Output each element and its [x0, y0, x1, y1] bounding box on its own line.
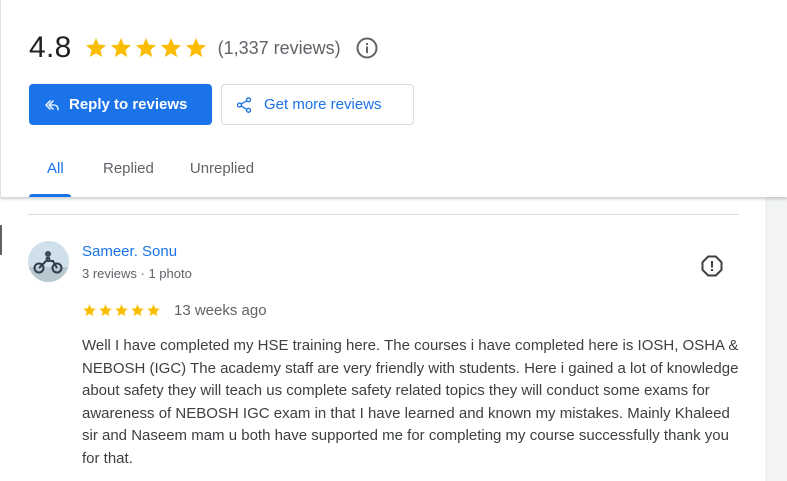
- rating-summary: 4.8 (1,337 reviews): [29, 30, 379, 66]
- tab-all[interactable]: All: [29, 150, 71, 197]
- flag-icon[interactable]: [700, 254, 724, 278]
- get-more-reviews-button[interactable]: Get more reviews: [221, 84, 414, 125]
- review-age: 13 weeks ago: [174, 302, 267, 319]
- star-icon: [99, 304, 112, 317]
- star-icon: [185, 38, 206, 57]
- reviewer-meta: 3 reviews · 1 photo: [82, 266, 192, 281]
- info-icon[interactable]: [355, 36, 379, 60]
- edge-mark: [0, 225, 2, 255]
- star-icon: [110, 38, 131, 57]
- star-icon: [83, 304, 96, 317]
- star-icon: [131, 304, 144, 317]
- reviews-summary-panel: 4.8 (1,337 reviews) Reply to reviews Get…: [0, 0, 787, 197]
- tab-replied[interactable]: Replied: [103, 150, 154, 197]
- star-icon: [115, 304, 128, 317]
- rating-stars: [84, 36, 208, 60]
- star-icon: [135, 38, 156, 57]
- reply-to-reviews-label: Reply to reviews: [69, 96, 188, 113]
- star-icon: [85, 38, 106, 57]
- reviewer-name[interactable]: Sameer. Sonu: [82, 243, 177, 260]
- star-icon: [160, 38, 181, 57]
- review-filter-tabs: All Replied Unreplied: [29, 150, 254, 197]
- average-rating: 4.8: [29, 31, 72, 64]
- list-divider: [28, 214, 739, 215]
- tab-unreplied[interactable]: Unreplied: [190, 150, 254, 197]
- review-text: Well I have completed my HSE training he…: [82, 337, 739, 467]
- scroll-rail[interactable]: [765, 197, 787, 481]
- share-icon: [236, 96, 252, 113]
- avatar-photo: [28, 241, 69, 282]
- get-more-reviews-label: Get more reviews: [264, 96, 382, 113]
- review-stars: [82, 303, 161, 318]
- avatar[interactable]: [28, 241, 69, 282]
- reply-all-icon: [45, 99, 59, 110]
- star-icon: [147, 304, 160, 317]
- review-count: (1,337 reviews): [217, 37, 341, 58]
- reply-to-reviews-button[interactable]: Reply to reviews: [29, 84, 212, 125]
